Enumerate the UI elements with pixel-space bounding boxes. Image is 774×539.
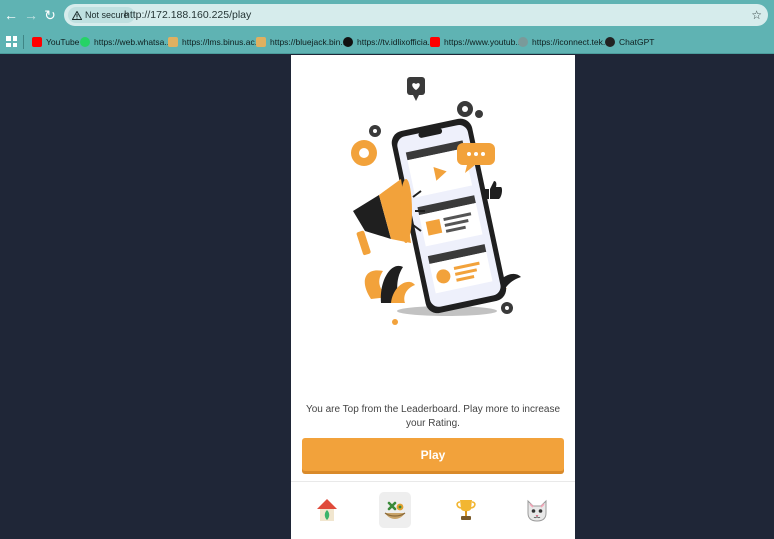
forward-arrow-icon[interactable]: → bbox=[22, 6, 40, 24]
binus-icon bbox=[168, 37, 178, 47]
bookmark-whatsapp[interactable]: https://web.whatsa... bbox=[80, 30, 171, 54]
address-bar[interactable]: Not secure http://172.188.160.225/play ☆ bbox=[64, 4, 768, 26]
nav-profile[interactable] bbox=[521, 492, 553, 528]
browser-toolbar: ← → ↻ Not secure http://172.188.160.225/… bbox=[0, 0, 774, 30]
bookmark-youtube[interactable]: YouTube bbox=[32, 30, 79, 54]
bookmark-label: YouTube bbox=[46, 37, 80, 47]
bookmark-label: https://tv.idlixofficia... bbox=[357, 37, 435, 47]
nav-play[interactable] bbox=[379, 492, 411, 528]
bookmark-label: https://bluejack.bin... bbox=[270, 37, 348, 47]
app-panel: You are Top from the Leaderboard. Play m… bbox=[291, 55, 575, 539]
security-label: Not secure bbox=[85, 10, 129, 20]
hero-illustration bbox=[351, 77, 521, 325]
chatgpt-icon bbox=[605, 37, 615, 47]
bookmark-star-icon[interactable]: ☆ bbox=[751, 4, 762, 26]
nav-leaderboard[interactable] bbox=[450, 492, 482, 528]
back-arrow-icon[interactable]: ← bbox=[2, 6, 20, 24]
bookmarks-separator bbox=[23, 35, 24, 49]
youtube-icon bbox=[32, 37, 42, 47]
apps-grid-icon[interactable] bbox=[6, 36, 17, 47]
bookmark-label: https://web.whatsa... bbox=[94, 37, 172, 47]
bookmark-idlix[interactable]: https://tv.idlixofficia... bbox=[343, 30, 435, 54]
whatsapp-icon bbox=[80, 37, 90, 47]
bookmark-label: ChatGPT bbox=[619, 37, 655, 47]
nav-home[interactable] bbox=[311, 492, 343, 528]
url-text[interactable]: http://172.188.160.225/play bbox=[124, 4, 251, 26]
globe-icon bbox=[518, 37, 528, 47]
leaderboard-message: You are Top from the Leaderboard. Play m… bbox=[305, 404, 561, 429]
idlix-icon bbox=[343, 37, 353, 47]
profile-cat-icon bbox=[527, 499, 547, 522]
bookmark-youtube-2[interactable]: https://www.youtub... bbox=[430, 30, 522, 54]
bookmark-label: https://iconnect.tek... bbox=[532, 37, 610, 47]
bluejack-icon bbox=[256, 37, 266, 47]
bookmark-binus-lms[interactable]: https://lms.binus.ac.... bbox=[168, 30, 264, 54]
bookmark-iconnect[interactable]: https://iconnect.tek... bbox=[518, 30, 610, 54]
reload-icon[interactable]: ↻ bbox=[41, 6, 59, 24]
play-game-icon bbox=[384, 501, 406, 519]
home-icon bbox=[317, 499, 337, 521]
bookmark-bluejack[interactable]: https://bluejack.bin... bbox=[256, 30, 348, 54]
bookmark-chatgpt[interactable]: ChatGPT bbox=[605, 30, 654, 54]
bookmark-label: https://lms.binus.ac.... bbox=[182, 37, 265, 47]
bookmarks-bar: YouTube https://web.whatsa... https://lm… bbox=[0, 30, 774, 54]
bottom-navigation bbox=[291, 481, 575, 539]
warning-icon bbox=[72, 10, 82, 20]
trophy-icon bbox=[456, 500, 476, 520]
play-button[interactable]: Play bbox=[302, 438, 564, 471]
bookmark-label: https://www.youtub... bbox=[444, 37, 523, 47]
youtube-icon bbox=[430, 37, 440, 47]
